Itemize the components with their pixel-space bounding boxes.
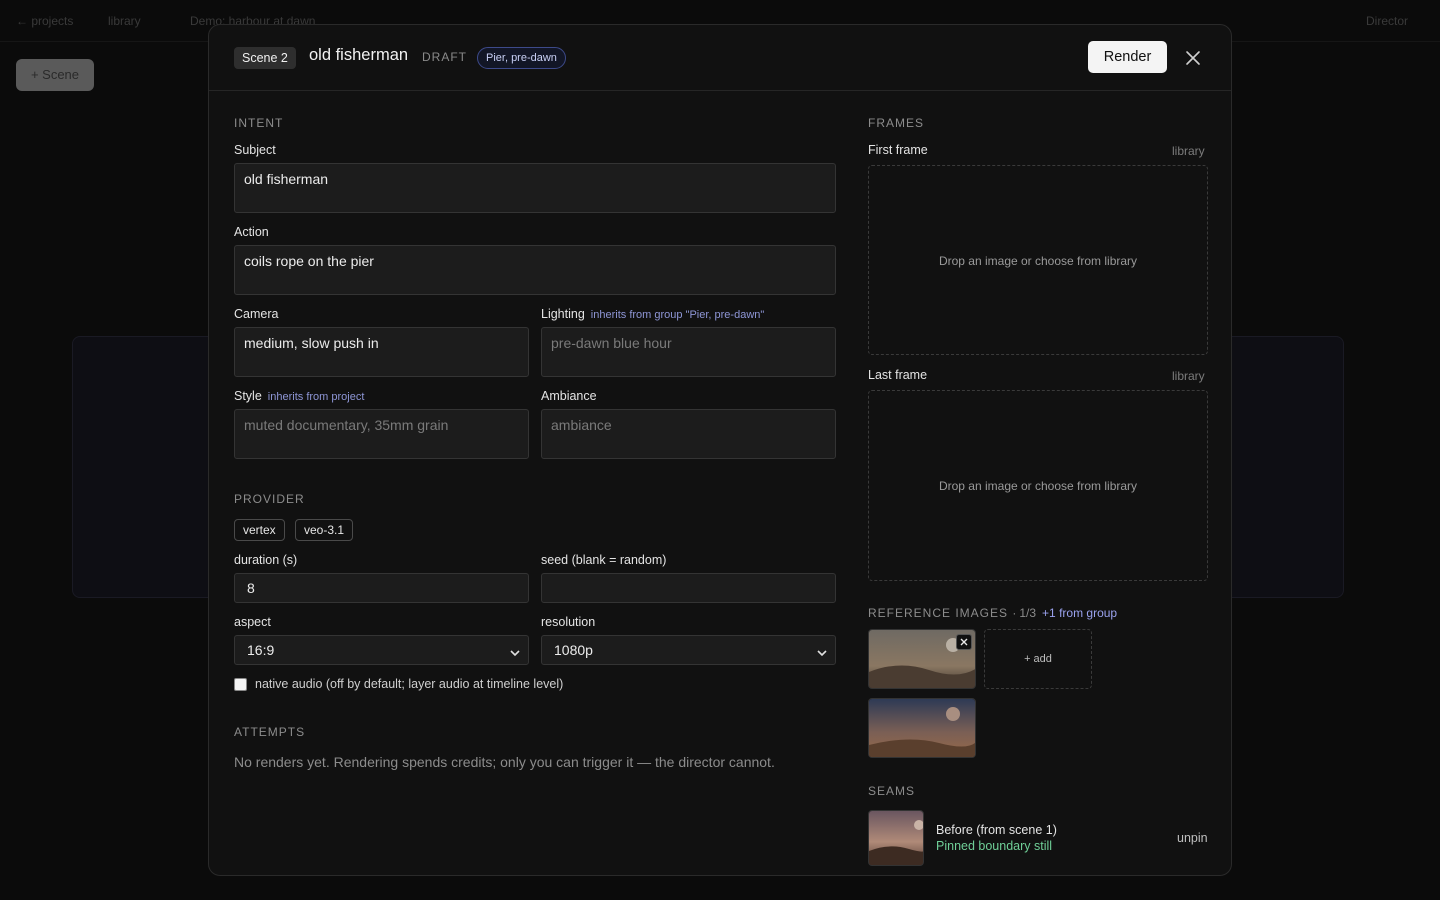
first-frame-drop-text: Drop an image or choose from library (938, 254, 1138, 268)
last-frame-drop-text: Drop an image or choose from library (938, 479, 1138, 493)
resolution-select-value: 1080p (554, 642, 593, 658)
aspect-label: aspect (234, 615, 271, 629)
native-audio-checkbox[interactable] (234, 678, 247, 691)
last-frame-label: Last frame (868, 368, 928, 382)
seam-before-label: Before (from scene 1) (936, 823, 1057, 837)
bg-scene-button: + Scene (16, 59, 94, 91)
camera-field[interactable]: medium, slow push in (234, 327, 529, 377)
seed-label: seed (blank = random) (541, 553, 667, 567)
close-icon[interactable] (1182, 47, 1204, 69)
scene-title: old fisherman (309, 46, 409, 64)
aspect-select[interactable]: 16:9 (234, 635, 529, 665)
bg-nav-back: ← projects (16, 14, 74, 28)
action-field[interactable]: coils rope on the pier (234, 245, 836, 295)
first-frame-dropzone[interactable]: Drop an image or choose from library (868, 165, 1208, 355)
seams-section-title: SEAMS (868, 784, 916, 798)
reference-count: 1/3 (1019, 606, 1037, 620)
lighting-inherit-note: inherits from group "Pier, pre-dawn" (590, 309, 765, 321)
action-label: Action (234, 225, 269, 239)
aspect-select-value: 16:9 (247, 642, 275, 658)
ambiance-field[interactable]: ambiance (541, 409, 836, 459)
resolution-label: resolution (541, 615, 596, 629)
model-pill[interactable]: veo-3.1 (295, 519, 354, 541)
chevron-down-icon (510, 645, 520, 657)
add-reference-button[interactable]: + add (984, 629, 1092, 689)
first-frame-label: First frame (868, 143, 928, 157)
group-chip[interactable]: Pier, pre-dawn (477, 47, 566, 69)
native-audio-label: native audio (off by default; layer audi… (255, 677, 564, 691)
provider-section-title: PROVIDER (234, 492, 305, 506)
subject-field[interactable]: old fisherman (234, 163, 836, 213)
seed-input[interactable] (541, 573, 836, 603)
bg-nav-library: library (108, 14, 141, 28)
scene-editor-modal: Scene 2 old fisherman DRAFT Pier, pre-da… (208, 24, 1232, 876)
reference-images-title: REFERENCE IMAGES · 1/3 +1 from group (868, 606, 1118, 620)
provider-pill[interactable]: vertex (234, 519, 285, 541)
scene-number-chip: Scene 2 (234, 47, 296, 69)
attempts-empty-text: No renders yet. Rendering spends credits… (234, 754, 775, 770)
ambiance-label: Ambiance (541, 389, 597, 403)
chevron-down-icon (817, 645, 827, 657)
style-label: Style inherits from project (234, 389, 365, 403)
group-reference-thumbnail[interactable] (868, 698, 976, 758)
frames-section-title: FRAMES (868, 116, 925, 130)
first-frame-library-link[interactable]: library (1172, 144, 1205, 158)
subject-label: Subject (234, 143, 276, 157)
last-frame-library-link[interactable]: library (1172, 369, 1205, 383)
render-button[interactable]: Render (1088, 41, 1167, 73)
duration-label: duration (s) (234, 553, 298, 567)
bg-director-label: Director (1366, 14, 1409, 28)
last-frame-dropzone[interactable]: Drop an image or choose from library (868, 390, 1208, 581)
seam-pinned-status: Pinned boundary still (936, 839, 1053, 853)
unpin-button[interactable]: unpin (1177, 831, 1208, 845)
reference-from-group[interactable]: +1 from group (1042, 606, 1117, 620)
duration-input[interactable]: 8 (234, 573, 529, 603)
remove-reference-icon[interactable] (956, 634, 972, 650)
intent-section-title: INTENT (234, 116, 284, 130)
resolution-select[interactable]: 1080p (541, 635, 836, 665)
camera-label: Camera (234, 307, 279, 321)
style-inherit-note: inherits from project (267, 391, 365, 403)
modal-header: Scene 2 old fisherman DRAFT Pier, pre-da… (209, 25, 1231, 91)
status-badge: DRAFT (422, 50, 467, 64)
lighting-label: Lighting inherits from group "Pier, pre-d… (541, 307, 765, 321)
attempts-section-title: ATTEMPTS (234, 725, 306, 739)
style-field[interactable]: muted documentary, 35mm grain (234, 409, 529, 459)
lighting-field[interactable]: pre-dawn blue hour (541, 327, 836, 377)
seam-still-thumbnail (868, 810, 924, 866)
